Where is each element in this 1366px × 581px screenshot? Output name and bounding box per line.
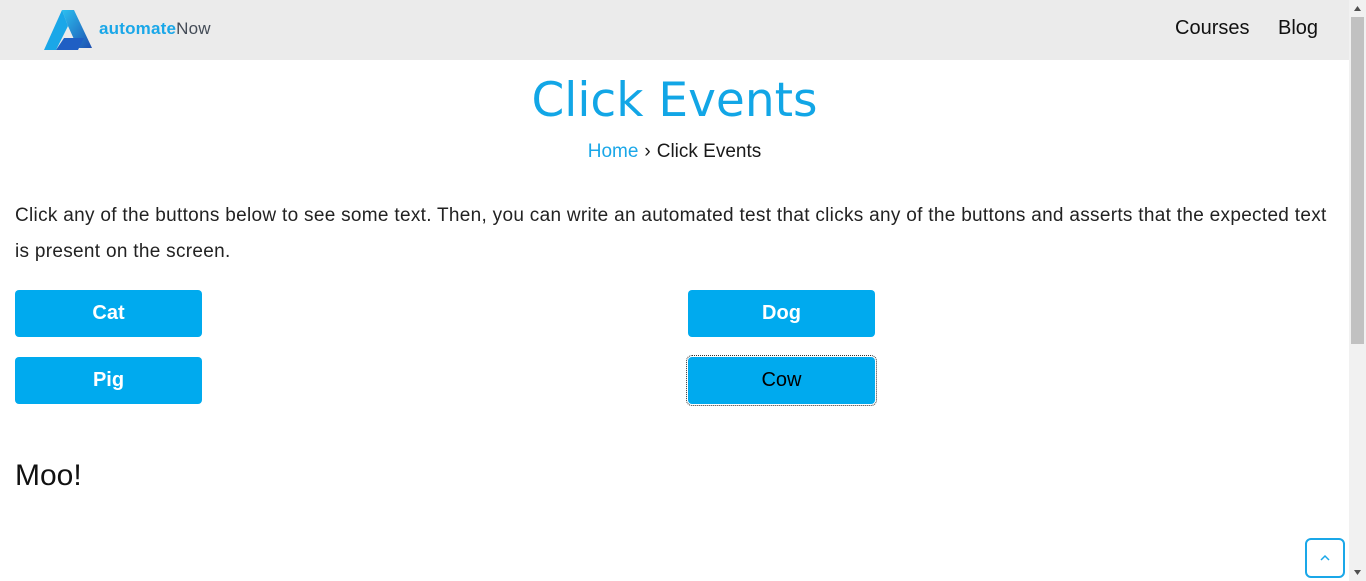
pig-button[interactable]: Pig (15, 357, 202, 404)
page-title: Click Events (531, 73, 818, 128)
scrollbar-thumb[interactable] (1351, 17, 1364, 344)
brand-name-part2: Now (176, 19, 211, 38)
scroll-up-arrow-icon[interactable] (1349, 0, 1366, 17)
breadcrumb-home-link[interactable]: Home (588, 141, 639, 162)
vertical-scrollbar[interactable] (1349, 0, 1366, 581)
cow-button[interactable]: Cow (686, 355, 877, 406)
dog-button[interactable]: Dog (688, 290, 875, 337)
site-header: automateNow Courses Blog (0, 0, 1349, 60)
brand-name[interactable]: automateNow (99, 17, 211, 41)
scroll-down-arrow-icon[interactable] (1349, 564, 1366, 581)
intro-text: Click any of the buttons below to see so… (15, 205, 1327, 262)
automatenow-logo-icon[interactable] (42, 8, 94, 52)
result-text: Moo! (15, 459, 82, 492)
nav-blog[interactable]: Blog (1278, 15, 1318, 41)
breadcrumb: Home › Click Events (0, 139, 1349, 165)
breadcrumb-current: Click Events (656, 141, 762, 162)
chevron-up-icon (1320, 554, 1330, 561)
breadcrumb-separator: › (644, 141, 651, 162)
nav-courses[interactable]: Courses (1175, 15, 1249, 41)
cat-button[interactable]: Cat (15, 290, 202, 337)
back-to-top-button[interactable] (1305, 538, 1345, 578)
brand-name-part1: automate (99, 19, 177, 38)
